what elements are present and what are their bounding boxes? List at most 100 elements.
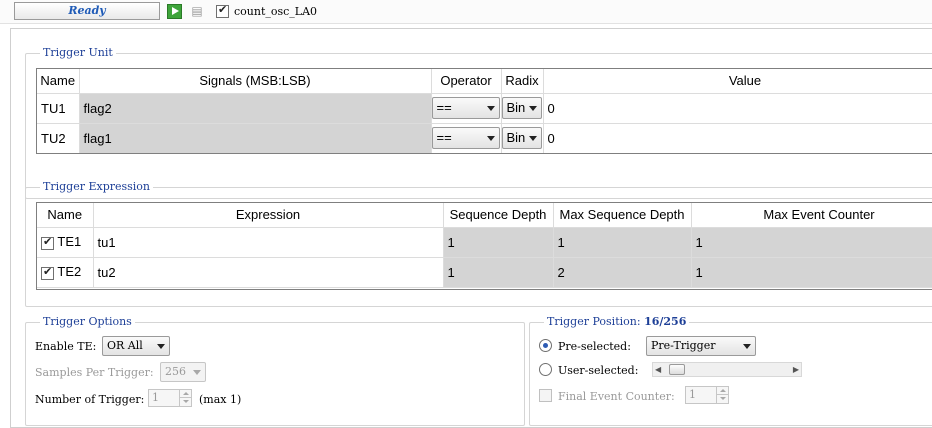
trigger-unit-table-box: Name Signals (MSB:LSB) Operator Radix Va… <box>36 68 932 154</box>
chevron-down-icon <box>528 136 537 141</box>
instance-checkbox[interactable] <box>216 3 229 18</box>
samples-per-trigger-dropdown[interactable]: 256 <box>160 362 206 382</box>
max-event-counter-cell: 1 <box>691 227 932 258</box>
spin-up-icon[interactable] <box>716 387 728 395</box>
spin-down-icon[interactable] <box>716 395 728 403</box>
trigger-unit-group: Trigger Unit Name Signals (MSB:LSB) Oper… <box>25 46 932 199</box>
column-header: Max Event Counter <box>691 203 932 228</box>
number-of-trigger-hint: (max 1) <box>199 393 242 406</box>
value-cell[interactable]: 0 <box>543 123 932 153</box>
samples-per-trigger-label: Samples Per Trigger: <box>35 366 154 379</box>
expression-cell[interactable]: tu1 <box>93 227 444 258</box>
te1-checkbox[interactable] <box>41 235 54 250</box>
slider-right-icon[interactable]: ▶ <box>793 365 799 375</box>
operator-dropdown[interactable]: == <box>431 97 500 119</box>
trigger-position-label: Trigger Position: <box>547 315 641 328</box>
table-row[interactable]: TE1 tu1 1 1 1 <box>37 227 932 258</box>
trigger-position-title: Trigger Position: 16/256 <box>544 315 690 329</box>
column-header: Name <box>37 203 94 228</box>
trigger-position-group: Trigger Position: 16/256 Pre-selected: P… <box>529 315 932 426</box>
trigger-position-slider[interactable]: ◀ ▶ <box>652 362 802 377</box>
slider-left-icon[interactable]: ◀ <box>655 365 661 375</box>
operator-cell: == <box>431 123 502 153</box>
expression-cell[interactable]: tu2 <box>93 257 444 288</box>
final-event-spinner[interactable]: 1 <box>685 386 729 404</box>
instance-label: count_osc_LA0 <box>234 5 318 18</box>
expression-name-cell: TE2 <box>37 257 94 288</box>
trigger-expression-table: Name Expression Sequence Depth Max Seque… <box>37 203 932 288</box>
final-event-label: Final Event Counter: <box>558 390 675 403</box>
chevron-down-icon <box>486 136 495 141</box>
pre-selected-value: Pre-Trigger <box>651 339 716 352</box>
column-header: Max Sequence Depth <box>553 203 692 228</box>
radix-cell: Bin <box>501 93 544 124</box>
trigger-expression-group: Trigger Expression Name Expression Seque… <box>25 180 932 307</box>
table-row[interactable]: TE2 tu2 1 2 1 <box>37 257 932 288</box>
signal-cell[interactable]: flag1 <box>79 123 432 153</box>
trigger-options-group: Trigger Options Enable TE: OR All Sample… <box>25 315 525 426</box>
radix-value: Bin <box>506 130 526 145</box>
enable-te-dropdown[interactable]: OR All <box>102 336 170 356</box>
spin-up-icon[interactable] <box>179 390 191 398</box>
operator-dropdown[interactable]: == <box>431 127 500 149</box>
table-row[interactable]: TU2 flag1 == Bin 0 <box>37 123 932 153</box>
user-selected-label: User-selected: <box>558 364 639 377</box>
table-header-row: Name Expression Sequence Depth Max Seque… <box>37 203 932 228</box>
final-event-value: 1 <box>689 388 696 401</box>
trigger-unit-title: Trigger Unit <box>40 46 116 60</box>
max-sequence-depth-cell: 1 <box>553 227 692 258</box>
enable-te-value: OR All <box>107 339 143 352</box>
auto-run-icon[interactable]: ▤ <box>188 3 206 20</box>
samples-per-trigger-value: 256 <box>165 365 186 378</box>
trigger-expression-title: Trigger Expression <box>40 180 154 194</box>
sequence-depth-cell: 1 <box>443 227 554 258</box>
enable-te-label: Enable TE: <box>35 340 97 353</box>
pre-selected-dropdown[interactable]: Pre-Trigger <box>646 336 756 356</box>
max-sequence-depth-cell: 2 <box>553 257 692 288</box>
table-row[interactable]: TU1 flag2 == Bin 0 <box>37 93 932 124</box>
radix-cell: Bin <box>501 123 544 153</box>
radix-value: Bin <box>506 100 526 115</box>
slider-thumb[interactable] <box>669 364 685 375</box>
number-of-trigger-label: Number of Trigger: <box>35 393 145 406</box>
expression-name: TE2 <box>57 264 82 280</box>
run-button[interactable] <box>167 4 182 19</box>
column-header: Radix <box>501 69 544 94</box>
operator-value: == <box>436 100 452 115</box>
radix-dropdown[interactable]: Bin <box>501 127 542 149</box>
value-cell[interactable]: 0 <box>543 93 932 124</box>
spin-down-icon[interactable] <box>179 398 191 406</box>
column-header: Name <box>37 69 80 94</box>
max-event-counter-cell: 1 <box>691 257 932 288</box>
te2-checkbox[interactable] <box>41 265 54 280</box>
column-header: Value <box>543 69 932 94</box>
signal-cell[interactable]: flag2 <box>79 93 432 124</box>
chevron-down-icon <box>743 344 751 349</box>
chevron-down-icon <box>528 106 537 111</box>
column-header: Sequence Depth <box>443 203 554 228</box>
trigger-expression-table-box: Name Expression Sequence Depth Max Seque… <box>36 202 932 290</box>
trigger-position-value: 16/256 <box>644 315 687 328</box>
number-of-trigger-value: 1 <box>152 391 159 404</box>
status-indicator: Ready <box>14 2 160 20</box>
expression-name-cell: TE1 <box>37 227 94 258</box>
column-header: Expression <box>93 203 444 228</box>
user-selected-radio[interactable] <box>539 363 552 376</box>
number-of-trigger-spinner[interactable]: 1 <box>148 389 192 407</box>
column-header: Operator <box>431 69 502 94</box>
operator-value: == <box>436 130 452 145</box>
trigger-options-title: Trigger Options <box>40 315 135 329</box>
expression-name: TE1 <box>57 234 82 250</box>
unit-name: TU2 <box>37 123 80 153</box>
chevron-down-icon <box>157 344 165 349</box>
operator-cell: == <box>431 93 502 124</box>
pre-selected-label: Pre-selected: <box>558 340 631 353</box>
chevron-down-icon <box>486 106 495 111</box>
chevron-down-icon <box>193 370 201 375</box>
final-event-checkbox[interactable] <box>539 389 552 402</box>
column-header: Signals (MSB:LSB) <box>79 69 432 94</box>
trigger-unit-table: Name Signals (MSB:LSB) Operator Radix Va… <box>37 69 932 153</box>
pre-selected-radio[interactable] <box>539 339 552 352</box>
radix-dropdown[interactable]: Bin <box>501 97 542 119</box>
table-header-row: Name Signals (MSB:LSB) Operator Radix Va… <box>37 69 932 94</box>
